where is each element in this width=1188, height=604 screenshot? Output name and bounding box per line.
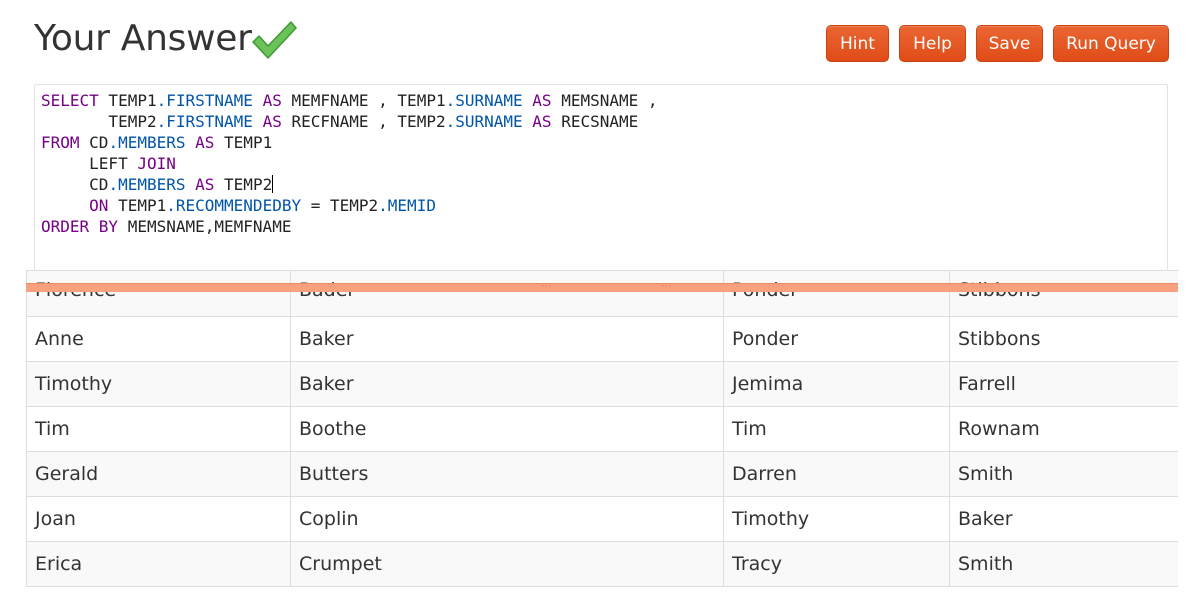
checkmark-icon (252, 21, 297, 59)
sql-keyword: FROM (41, 133, 80, 152)
sql-text: TEMP2 (214, 175, 273, 194)
results-table: FlorenceBaderPonderStibbonsAnneBakerPond… (26, 270, 1178, 604)
table-cell: Stibbons (949, 316, 1178, 362)
help-button[interactable]: Help (899, 25, 966, 62)
sql-text: CD (79, 133, 109, 152)
table-cell: Timothy (26, 361, 291, 407)
code-line[interactable]: LEFT JOIN (41, 153, 1167, 174)
sql-field: .MEMBERS (108, 175, 186, 194)
table-cell: Baker (290, 316, 724, 362)
table-cell: Boothe (290, 406, 724, 452)
table-cell: Ponder (723, 270, 950, 317)
sql-field: .FIRSTNAME (156, 112, 253, 131)
table-cell: Florence (26, 270, 291, 317)
save-button[interactable]: Save (976, 25, 1043, 62)
sql-text: TEMP1 (108, 196, 167, 215)
table-row: Tim Boothe Tim Rownam (26, 406, 1178, 452)
sql-text: MEMSNAME , (551, 91, 658, 110)
table-cell: Smith (949, 451, 1178, 497)
table-cell: Bader (290, 270, 724, 317)
code-line[interactable]: SELECT TEMP1.FIRSTNAME AS MEMFNAME , TEM… (41, 90, 1167, 111)
code-line[interactable]: ON TEMP1.RECOMMENDEDBY = TEMP2.MEMID (41, 195, 1167, 216)
sql-keyword: AS (532, 112, 552, 131)
sql-keyword: AS (532, 91, 552, 110)
splitter-grip-icon[interactable]: ··· (541, 283, 553, 292)
table-cell: Crumpet (290, 541, 724, 587)
sql-keyword: JOIN (137, 154, 176, 173)
sql-keyword: SELECT (41, 91, 99, 110)
sql-field: .RECOMMENDEDBY (166, 196, 302, 215)
sql-field: .SURNAME (445, 91, 523, 110)
hint-button[interactable]: Hint (826, 25, 889, 62)
sql-keyword: AS (195, 175, 215, 194)
run-query-button[interactable]: Run Query (1053, 25, 1169, 62)
table-row: Anne Baker Ponder Stibbons (26, 316, 1178, 362)
sql-editor[interactable]: SELECT TEMP1.FIRSTNAME AS MEMFNAME , TEM… (34, 84, 1168, 276)
sql-field: .FIRSTNAME (156, 91, 253, 110)
sql-keyword: ON (89, 196, 109, 215)
table-cell: Baker (949, 496, 1178, 542)
table-cell: Stibbons (949, 270, 1178, 317)
sql-text: MEMFNAME , TEMP1 (281, 91, 446, 110)
table-row: FlorenceBaderPonderStibbons (26, 270, 1178, 317)
page-title: Your Answer (34, 18, 252, 59)
sql-text: CD (41, 175, 109, 194)
table-cell: Smith (949, 541, 1178, 587)
table-cell: Anne (26, 316, 291, 362)
table-cell: Coplin (290, 496, 724, 542)
sql-keyword: AS (262, 91, 282, 110)
sql-field: .SURNAME (445, 112, 523, 131)
table-row: Timothy Baker Jemima Farrell (26, 361, 1178, 407)
sql-text: TEMP1 (98, 91, 157, 110)
code-line[interactable]: CD.MEMBERS AS TEMP2 (41, 174, 1167, 195)
sql-text: TEMP1 (214, 133, 273, 152)
table-cell: Tim (26, 406, 291, 452)
table-cell: Gerald (26, 451, 291, 497)
code-line[interactable]: ORDER BY MEMSNAME,MEMFNAME (41, 216, 1167, 237)
table-cell: Baker (290, 361, 724, 407)
table-cell: Farrell (949, 361, 1178, 407)
table-cell: Ponder (723, 316, 950, 362)
table-cell: Timothy (723, 496, 950, 542)
sql-text: MEMSNAME,MEMFNAME (118, 217, 292, 236)
table-cell: Tim (723, 406, 950, 452)
table-row: Gerald Butters Darren Smith (26, 451, 1178, 497)
table-cell: Joan (26, 496, 291, 542)
table-cell: Erica (26, 541, 291, 587)
table-cell: Butters (290, 451, 724, 497)
sql-keyword: AS (195, 133, 215, 152)
table-row: Erica Crumpet Tracy Smith (26, 541, 1178, 587)
table-row: Joan Coplin Timothy Baker (26, 496, 1178, 542)
sql-text: RECFNAME , TEMP2 (281, 112, 446, 131)
code-line[interactable]: TEMP2.FIRSTNAME AS RECFNAME , TEMP2.SURN… (41, 111, 1167, 132)
sql-text: TEMP2 (41, 112, 157, 131)
text-cursor (272, 175, 274, 193)
sql-keyword: ORDER BY (41, 217, 119, 236)
sql-keyword: AS (262, 112, 282, 131)
sql-field: .MEMID (378, 196, 436, 215)
table-cell: Tracy (723, 541, 950, 587)
resize-splitter[interactable]: ··· ··· (26, 283, 1178, 292)
code-line[interactable]: FROM CD.MEMBERS AS TEMP1 (41, 132, 1167, 153)
sql-text: LEFT (41, 154, 138, 173)
sql-text: RECSNAME (551, 112, 639, 131)
table-cell: Jemima (723, 361, 950, 407)
table-cell: Rownam (949, 406, 1178, 452)
splitter-grip-icon[interactable]: ··· (661, 283, 673, 292)
table-cell: Darren (723, 451, 950, 497)
sql-field: .MEMBERS (108, 133, 186, 152)
sql-text: = TEMP2 (301, 196, 379, 215)
